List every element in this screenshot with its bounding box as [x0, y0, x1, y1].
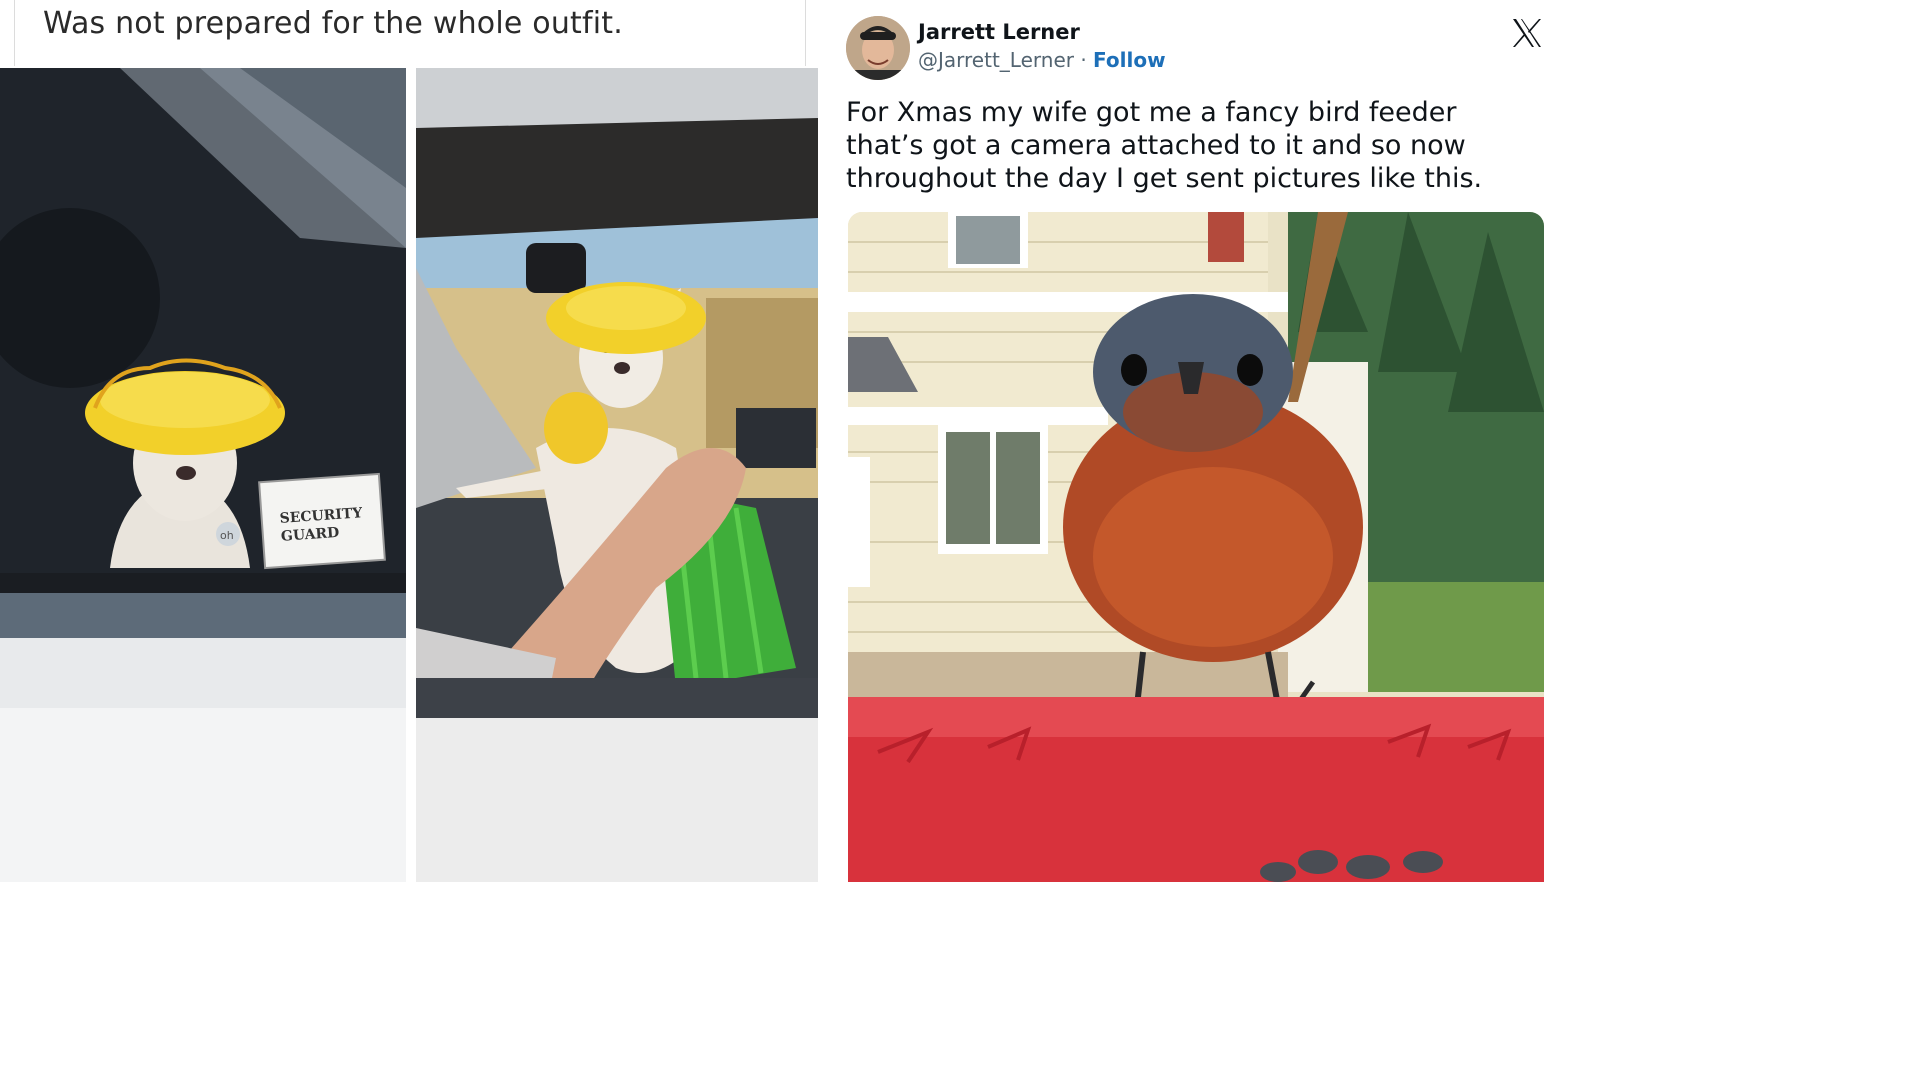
post-caption-box: Was not prepared for the whole outfit. [14, 0, 806, 66]
left-post: Was not prepared for the whole outfit. S… [0, 0, 823, 882]
user-handle[interactable]: @Jarrett_Lerner [918, 48, 1074, 72]
display-name[interactable]: Jarrett Lerner [918, 20, 1080, 44]
dog-photo-window[interactable]: SECURITY GUARD oh [0, 68, 406, 882]
post-caption: Was not prepared for the whole outfit. [43, 6, 623, 41]
tweet-text-line-1: For Xmas my wife got me a fancy bird fee… [846, 97, 1457, 128]
separator-dot: · [1073, 48, 1094, 72]
tweet-text-line-3: throughout the day I get sent pictures l… [846, 163, 1483, 194]
photo-divider [406, 68, 416, 882]
bird-feeder-photo[interactable] [848, 212, 1544, 882]
handle-row: @Jarrett_Lerner · Follow [918, 48, 1166, 72]
tweet-card: Jarrett Lerner @Jarrett_Lerner · Follow … [822, 0, 1568, 882]
follow-button[interactable]: Follow [1093, 48, 1166, 72]
tweet-text-line-2: that’s got a camera attached to it and s… [846, 130, 1466, 161]
tweet-text: For Xmas my wife got me a fancy bird fee… [846, 96, 1546, 195]
avatar[interactable] [846, 16, 910, 80]
dog-photo-hula[interactable] [416, 68, 818, 882]
dog-badge-text: oh [220, 529, 234, 542]
x-logo-icon[interactable] [1510, 16, 1544, 50]
